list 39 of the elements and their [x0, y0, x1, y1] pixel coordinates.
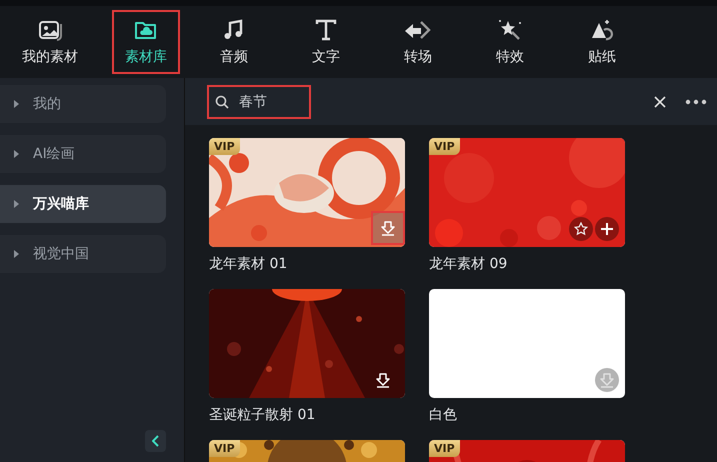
- asset-title: 龙年素材 09: [429, 255, 508, 273]
- close-icon: [654, 96, 666, 108]
- asset-title: 龙年素材 01: [209, 255, 288, 273]
- search-field[interactable]: 春节: [207, 84, 311, 118]
- tab[interactable]: 贴纸: [556, 6, 648, 78]
- blank-thumbnail[interactable]: [429, 289, 625, 398]
- magic-wand-icon: [496, 18, 524, 42]
- tab[interactable]: 特效: [464, 6, 556, 78]
- expand-arrow-icon: [14, 150, 19, 158]
- download-icon: [375, 372, 391, 388]
- sidebar-item[interactable]: 万兴喵库: [0, 185, 166, 223]
- download-icon: [380, 220, 396, 236]
- star-icon: [574, 222, 588, 236]
- vip-badge: VIP: [209, 440, 240, 457]
- more-icon: [685, 98, 707, 104]
- image-icon: [37, 18, 63, 42]
- tab[interactable]: 音频: [188, 6, 280, 78]
- sidebar-item[interactable]: 我的: [0, 85, 166, 123]
- download-icon: [599, 372, 615, 388]
- expand-arrow-icon: [14, 200, 19, 208]
- asset-title: 圣诞粒子散射 01: [209, 406, 316, 424]
- vip-badge: VIP: [429, 138, 460, 155]
- asset-title: 白色: [429, 406, 458, 424]
- search-input[interactable]: 春节: [239, 94, 299, 110]
- tab[interactable]: 文字: [280, 6, 372, 78]
- vip-badge: VIP: [209, 138, 240, 155]
- sidebar-item[interactable]: 视觉中国: [0, 235, 166, 273]
- expand-arrow-icon: [14, 250, 19, 258]
- sidebar-item[interactable]: AI绘画: [0, 135, 166, 173]
- plus-icon: [601, 223, 613, 235]
- search-icon: [215, 94, 229, 108]
- tab[interactable]: 素材库: [108, 6, 184, 78]
- vip-badge: VIP: [429, 440, 460, 457]
- chevron-left-icon: [152, 435, 160, 447]
- expand-arrow-icon: [14, 100, 19, 108]
- text-icon: [313, 18, 339, 42]
- collapse-button[interactable]: [145, 430, 166, 452]
- tab[interactable]: 我的素材: [4, 6, 96, 78]
- tab[interactable]: 转场: [372, 6, 464, 78]
